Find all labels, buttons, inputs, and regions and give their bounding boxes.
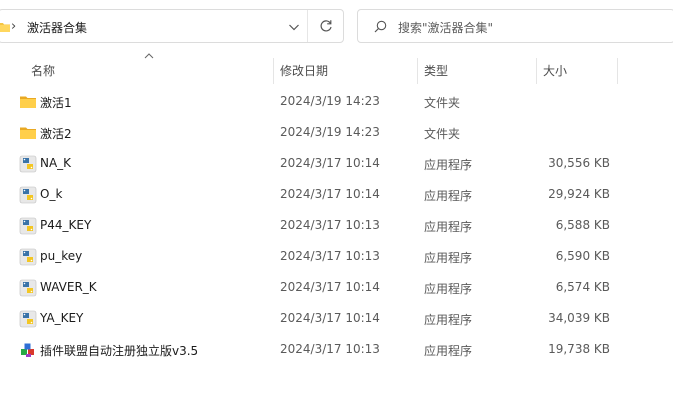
file-row[interactable]: 激活1 2024/3/19 14:23 文件夹 [0,86,673,117]
python-app-icon [19,155,37,173]
file-type: 应用程序 [424,344,473,358]
file-row[interactable]: pu_key 2024/3/17 10:13 应用程序 6,590 KB [0,241,673,272]
sort-ascending-icon [144,53,154,59]
file-name: 激活2 [40,127,72,141]
search-box[interactable]: 搜索"激活器合集" [357,9,673,43]
file-row[interactable]: 激活2 2024/3/19 14:23 文件夹 [0,117,673,148]
file-name: YA_KEY [40,311,84,325]
file-type: 应用程序 [424,282,473,296]
refresh-icon[interactable] [319,19,333,33]
blocks-app-icon [19,341,37,359]
file-modified: 2024/3/17 10:14 [280,280,380,294]
file-row[interactable]: WAVER_K 2024/3/17 10:14 应用程序 6,574 KB [0,272,673,303]
file-size: 6,574 KB [555,280,610,294]
file-modified: 2024/3/17 10:14 [280,156,380,170]
divider [307,10,308,42]
folder-icon [19,124,37,142]
file-name: WAVER_K [40,280,97,294]
column-divider[interactable] [417,58,418,84]
column-header-size[interactable]: 大小 [543,62,567,79]
python-app-icon [19,310,37,328]
file-size: 34,039 KB [548,311,610,325]
column-divider[interactable] [273,58,274,84]
file-modified: 2024/3/19 14:23 [280,94,380,108]
search-placeholder: 搜索"激活器合集" [398,21,494,35]
file-type: 应用程序 [424,313,473,327]
file-modified: 2024/3/17 10:14 [280,311,380,325]
file-type: 文件夹 [424,127,461,141]
column-header-modified[interactable]: 修改日期 [280,62,328,79]
file-size: 19,738 KB [548,342,610,356]
file-name: O_k [40,187,63,201]
search-icon [374,20,387,33]
file-row[interactable]: NA_K 2024/3/17 10:14 应用程序 30,556 KB [0,148,673,179]
column-divider[interactable] [536,58,537,84]
file-name: 插件联盟自动注册独立版v3.5 [40,344,199,358]
file-modified: 2024/3/17 10:13 [280,249,380,263]
file-size: 29,924 KB [548,187,610,201]
file-type: 文件夹 [424,96,461,110]
file-row[interactable]: O_k 2024/3/17 10:14 应用程序 29,924 KB [0,179,673,210]
file-type: 应用程序 [424,220,473,234]
breadcrumb-separator: › [11,19,17,34]
python-app-icon [19,186,37,204]
folder-icon [19,93,37,111]
python-app-icon [19,279,37,297]
file-modified: 2024/3/17 10:13 [280,342,380,356]
file-name: P44_KEY [40,218,92,232]
column-header-type[interactable]: 类型 [424,62,448,79]
file-modified: 2024/3/17 10:14 [280,187,380,201]
file-row[interactable]: YA_KEY 2024/3/17 10:14 应用程序 34,039 KB [0,303,673,334]
file-modified: 2024/3/19 14:23 [280,125,380,139]
chevron-down-icon[interactable] [288,22,300,32]
file-size: 6,588 KB [555,218,610,232]
file-size: 6,590 KB [555,249,610,263]
folder-icon [0,23,10,32]
file-name: 激活1 [40,96,72,110]
file-row[interactable]: P44_KEY 2024/3/17 10:13 应用程序 6,588 KB [0,210,673,241]
column-header-row: 名称 修改日期 类型 大小 [0,53,673,86]
file-name: NA_K [40,156,72,170]
python-app-icon [19,248,37,266]
column-divider[interactable] [617,58,618,84]
file-type: 应用程序 [424,189,473,203]
breadcrumb-current-folder[interactable]: 激活器合集 [27,19,87,36]
file-type: 应用程序 [424,251,473,265]
column-header-name[interactable]: 名称 [31,62,55,79]
python-app-icon [19,217,37,235]
file-size: 30,556 KB [548,156,610,170]
file-type: 应用程序 [424,158,473,172]
address-bar[interactable]: › 激活器合集 [0,9,344,43]
file-modified: 2024/3/17 10:13 [280,218,380,232]
navigation-bar: › 激活器合集 搜索"激活器合集" [0,0,673,50]
file-name: pu_key [40,249,83,263]
file-row[interactable]: 插件联盟自动注册独立版v3.5 2024/3/17 10:13 应用程序 19,738… [0,334,673,365]
